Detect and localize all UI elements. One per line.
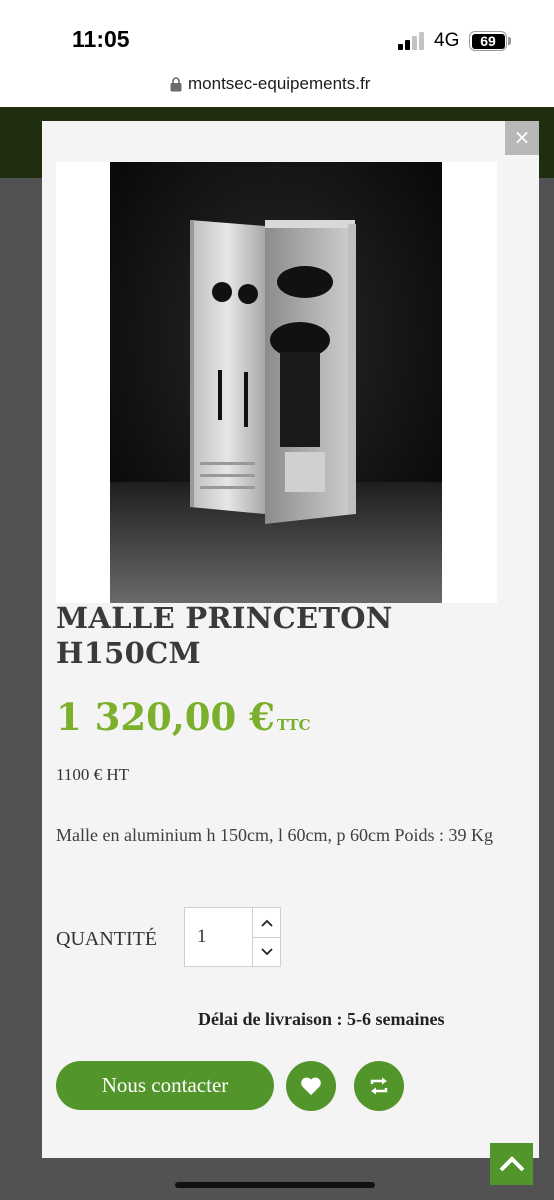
network-type: 4G (434, 30, 460, 51)
quantity-input[interactable] (184, 907, 252, 967)
product-price: 1 320,00 € (56, 695, 275, 739)
product-title: MALLE PRINCETON H150CM (56, 601, 393, 670)
battery-tip (508, 37, 511, 45)
status-bar: 11:05 4G 69 (0, 0, 554, 64)
home-indicator[interactable] (175, 1182, 375, 1188)
wishlist-button[interactable] (286, 1061, 336, 1111)
chevron-down-icon (260, 948, 273, 956)
quantity-label: QUANTITÉ (56, 928, 158, 950)
url-text[interactable]: montsec-equipements.fr (188, 74, 370, 94)
product-description: Malle en aluminium h 150cm, l 60cm, p 60… (56, 825, 493, 845)
battery-icon: 69 (469, 31, 507, 51)
compare-button[interactable] (354, 1061, 404, 1111)
lock-icon (170, 77, 182, 92)
price-row: 1 320,00 € TTC (56, 695, 311, 739)
compare-arrows-icon (370, 1077, 388, 1095)
chevron-up-icon (499, 1156, 524, 1172)
delivery-value: 5-6 semaines (347, 1009, 445, 1029)
contact-button[interactable]: Nous contacter (56, 1061, 274, 1110)
delivery-time: Délai de livraison : 5-6 semaines (198, 1009, 445, 1030)
signal-strength-icon (398, 32, 426, 50)
delivery-label: Délai de livraison : (198, 1009, 347, 1029)
scroll-to-top-button[interactable] (490, 1143, 533, 1185)
price-excl-tax: 1100 € HT (56, 765, 130, 784)
quantity-stepper[interactable] (252, 907, 281, 967)
quantity-increase-button[interactable] (253, 908, 280, 937)
price-tax-label: TTC (276, 716, 311, 734)
quantity-decrease-button[interactable] (253, 937, 280, 966)
close-button[interactable]: × (505, 121, 539, 155)
battery-level: 69 (471, 33, 505, 49)
address-bar[interactable]: montsec-equipements.fr (0, 64, 554, 107)
chevron-up-icon (260, 919, 273, 927)
status-time: 11:05 (72, 26, 130, 52)
quick-view-modal: × MALLE PRINCETON H150CM 1 320,00 € TTC … (42, 121, 539, 1158)
product-image-frame (56, 162, 497, 603)
heart-icon (301, 1077, 321, 1096)
product-image[interactable] (110, 162, 442, 603)
